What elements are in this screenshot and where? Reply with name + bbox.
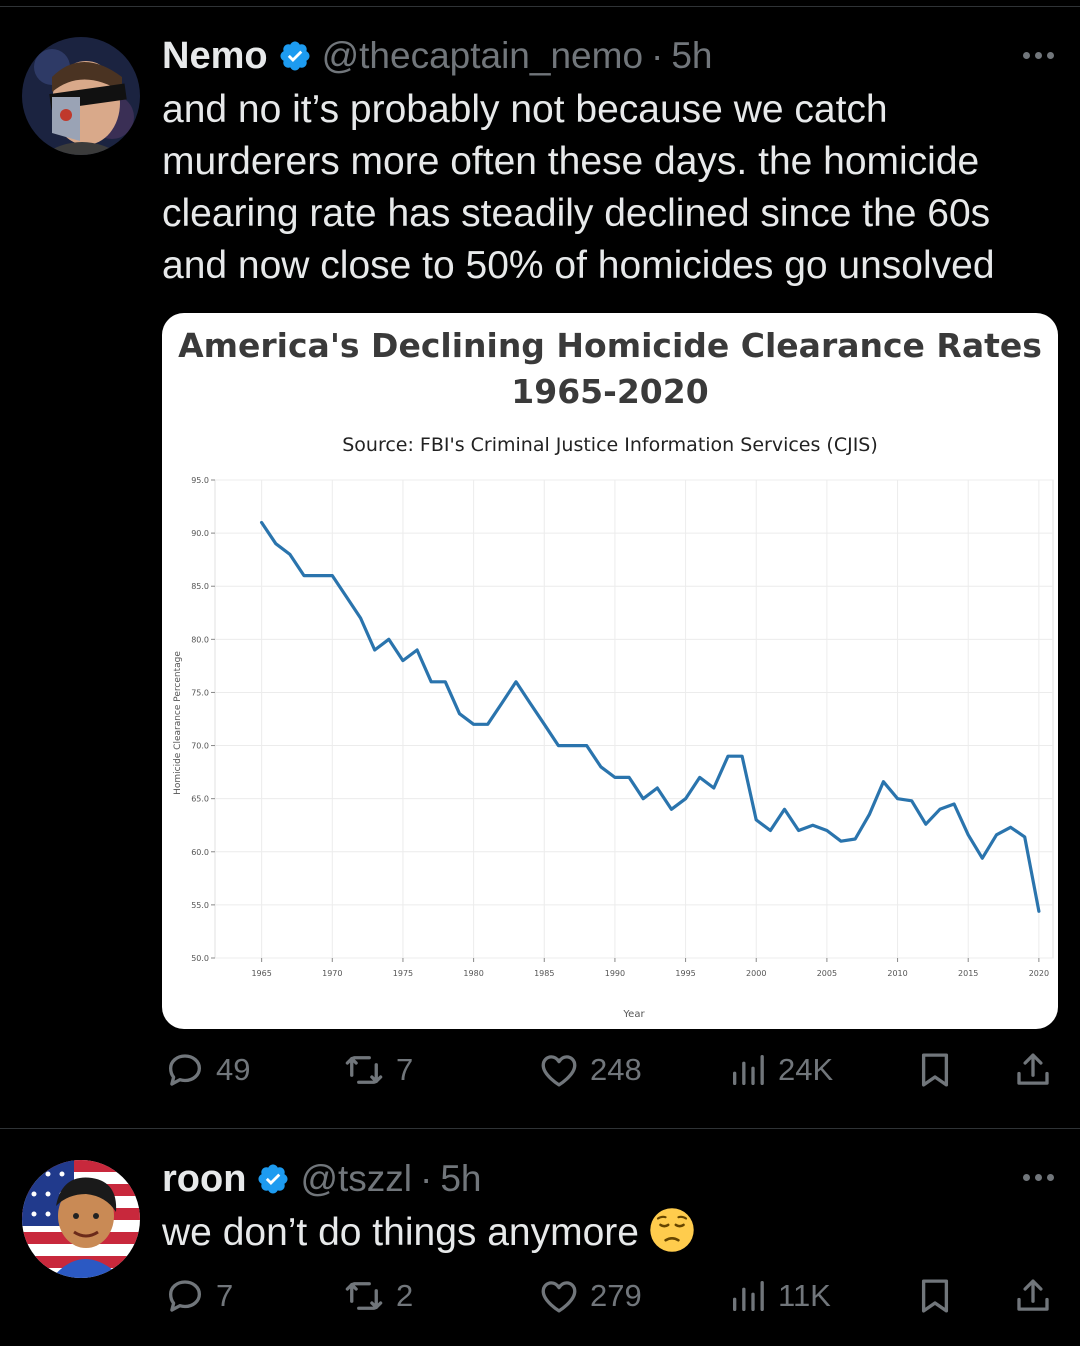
user-handle[interactable]: @tszzl: [300, 1158, 412, 1200]
tweet-text-line: and no it’s probably not because we catc…: [162, 88, 888, 131]
y-tick-label: 70.0: [191, 742, 209, 751]
reply-icon: [168, 1054, 202, 1086]
display-name[interactable]: Nemo: [162, 35, 268, 78]
views-button[interactable]: 24K: [728, 1049, 833, 1091]
x-tick-label: 1975: [393, 969, 413, 978]
x-tick-label: 2010: [887, 969, 907, 978]
chart-image[interactable]: America's Declining Homicide Clearance R…: [162, 313, 1058, 1029]
x-tick-label: 2005: [817, 969, 837, 978]
views-icon: [733, 1281, 764, 1311]
more-options-icon[interactable]: [1023, 52, 1054, 59]
avatar-image: [22, 1160, 140, 1278]
separator-dot: ·: [420, 1158, 433, 1199]
y-tick-label: 80.0: [191, 635, 209, 644]
plot-frame: [214, 479, 1054, 959]
bookmark-icon: [921, 1053, 949, 1087]
like-count: 279: [590, 1278, 642, 1313]
reply-icon: [168, 1280, 202, 1312]
y-axis-label: Homicide Clearance Percentage: [173, 651, 183, 795]
tweet-header: Nemo @thecaptain_nemo · 5h: [162, 34, 713, 78]
x-tick-label: 2000: [746, 969, 766, 978]
pensive-face-icon: [650, 1208, 694, 1252]
views-button[interactable]: 11K: [728, 1275, 831, 1317]
tweet-roon[interactable]: roon @tszzl · 5h we don’t do things anym…: [0, 1129, 1080, 1346]
y-tick-label: 50.0: [191, 954, 209, 963]
chart-subtitle: 1965-2020: [511, 372, 708, 411]
tweet-text: we don’t do things anymore: [162, 1207, 1062, 1259]
y-tick-label: 65.0: [191, 795, 209, 804]
tweet-text-line: clearing rate has steadily declined sinc…: [162, 192, 991, 235]
reply-button[interactable]: 7: [164, 1275, 233, 1317]
share-button[interactable]: [1012, 1049, 1054, 1091]
x-tick-label: 1990: [605, 969, 625, 978]
x-tick-label: 2015: [958, 969, 978, 978]
repost-count: 2: [396, 1278, 414, 1313]
bookmark-button[interactable]: [914, 1049, 956, 1091]
repost-icon: [345, 1282, 383, 1310]
bookmark-icon: [921, 1279, 949, 1313]
heart-icon: [541, 1281, 577, 1313]
share-icon: [1017, 1053, 1049, 1085]
timestamp[interactable]: 5h: [671, 35, 712, 77]
bookmark-button[interactable]: [914, 1275, 956, 1317]
chart-svg: America's Declining Homicide Clearance R…: [173, 326, 1054, 1020]
timestamp[interactable]: 5h: [440, 1158, 481, 1200]
y-tick-label: 55.0: [191, 901, 209, 910]
share-button[interactable]: [1012, 1275, 1054, 1317]
x-tick-label: 1965: [251, 969, 271, 978]
tweet-header: roon @tszzl · 5h: [162, 1157, 481, 1201]
avatar[interactable]: [22, 37, 140, 155]
avatar[interactable]: [22, 1160, 140, 1278]
verified-badge-icon[interactable]: [278, 39, 312, 73]
reply-button[interactable]: 49: [164, 1049, 250, 1091]
reply-count: 7: [216, 1278, 234, 1313]
display-name[interactable]: roon: [162, 1158, 246, 1201]
views-icon: [733, 1055, 764, 1085]
reply-count: 49: [216, 1052, 251, 1087]
separator-dot: ·: [651, 35, 664, 76]
chart-title: America's Declining Homicide Clearance R…: [178, 326, 1042, 365]
repost-icon: [345, 1056, 383, 1084]
like-count: 248: [590, 1052, 642, 1087]
avatar-image: [22, 37, 140, 155]
x-tick-label: 1995: [675, 969, 695, 978]
x-axis-label: Year: [622, 1009, 645, 1020]
tweet-text-line: and now close to 50% of homicides go uns…: [162, 244, 995, 287]
repost-button[interactable]: 2: [342, 1275, 413, 1317]
tweet-text-line: we don’t do things anymore: [162, 1211, 639, 1254]
y-tick-label: 85.0: [191, 582, 209, 591]
y-tick-label: 60.0: [191, 848, 209, 857]
y-tick-label: 75.0: [191, 688, 209, 697]
more-options-icon[interactable]: [1023, 1174, 1054, 1181]
repost-count: 7: [396, 1052, 414, 1087]
y-tick-label: 90.0: [191, 529, 209, 538]
user-handle[interactable]: @thecaptain_nemo: [322, 35, 643, 77]
like-button[interactable]: 279: [538, 1275, 642, 1317]
x-tick-label: 1970: [322, 969, 342, 978]
x-tick-label: 1980: [463, 969, 483, 978]
x-tick-label: 2020: [1029, 969, 1049, 978]
chart-source: Source: FBI's Criminal Justice Informati…: [342, 434, 878, 456]
like-button[interactable]: 248: [538, 1049, 642, 1091]
share-icon: [1017, 1279, 1049, 1311]
view-count: 24K: [778, 1052, 834, 1087]
tweet-text-line: murderers more often these days. the hom…: [162, 140, 980, 183]
plot-area: 50.0 55.0 60.0 65.0 70.0 75.0 80.0 85.0 90.0 95.0…: [191, 476, 1054, 978]
repost-button[interactable]: 7: [342, 1049, 413, 1091]
verified-badge-icon[interactable]: [256, 1162, 290, 1196]
tweet-actions: 49 7 248 24K: [162, 1049, 1062, 1099]
x-tick-label: 1985: [534, 969, 554, 978]
view-count: 11K: [778, 1278, 831, 1313]
y-tick-label: 95.0: [191, 476, 209, 485]
tweet-text: and no it’s probably not because we catc…: [162, 84, 1062, 292]
tweet-actions: 7 2 279 11K: [162, 1275, 1062, 1325]
heart-icon: [541, 1055, 577, 1087]
tweet-nemo[interactable]: Nemo @thecaptain_nemo · 5h and no it’s p…: [0, 0, 1080, 1128]
